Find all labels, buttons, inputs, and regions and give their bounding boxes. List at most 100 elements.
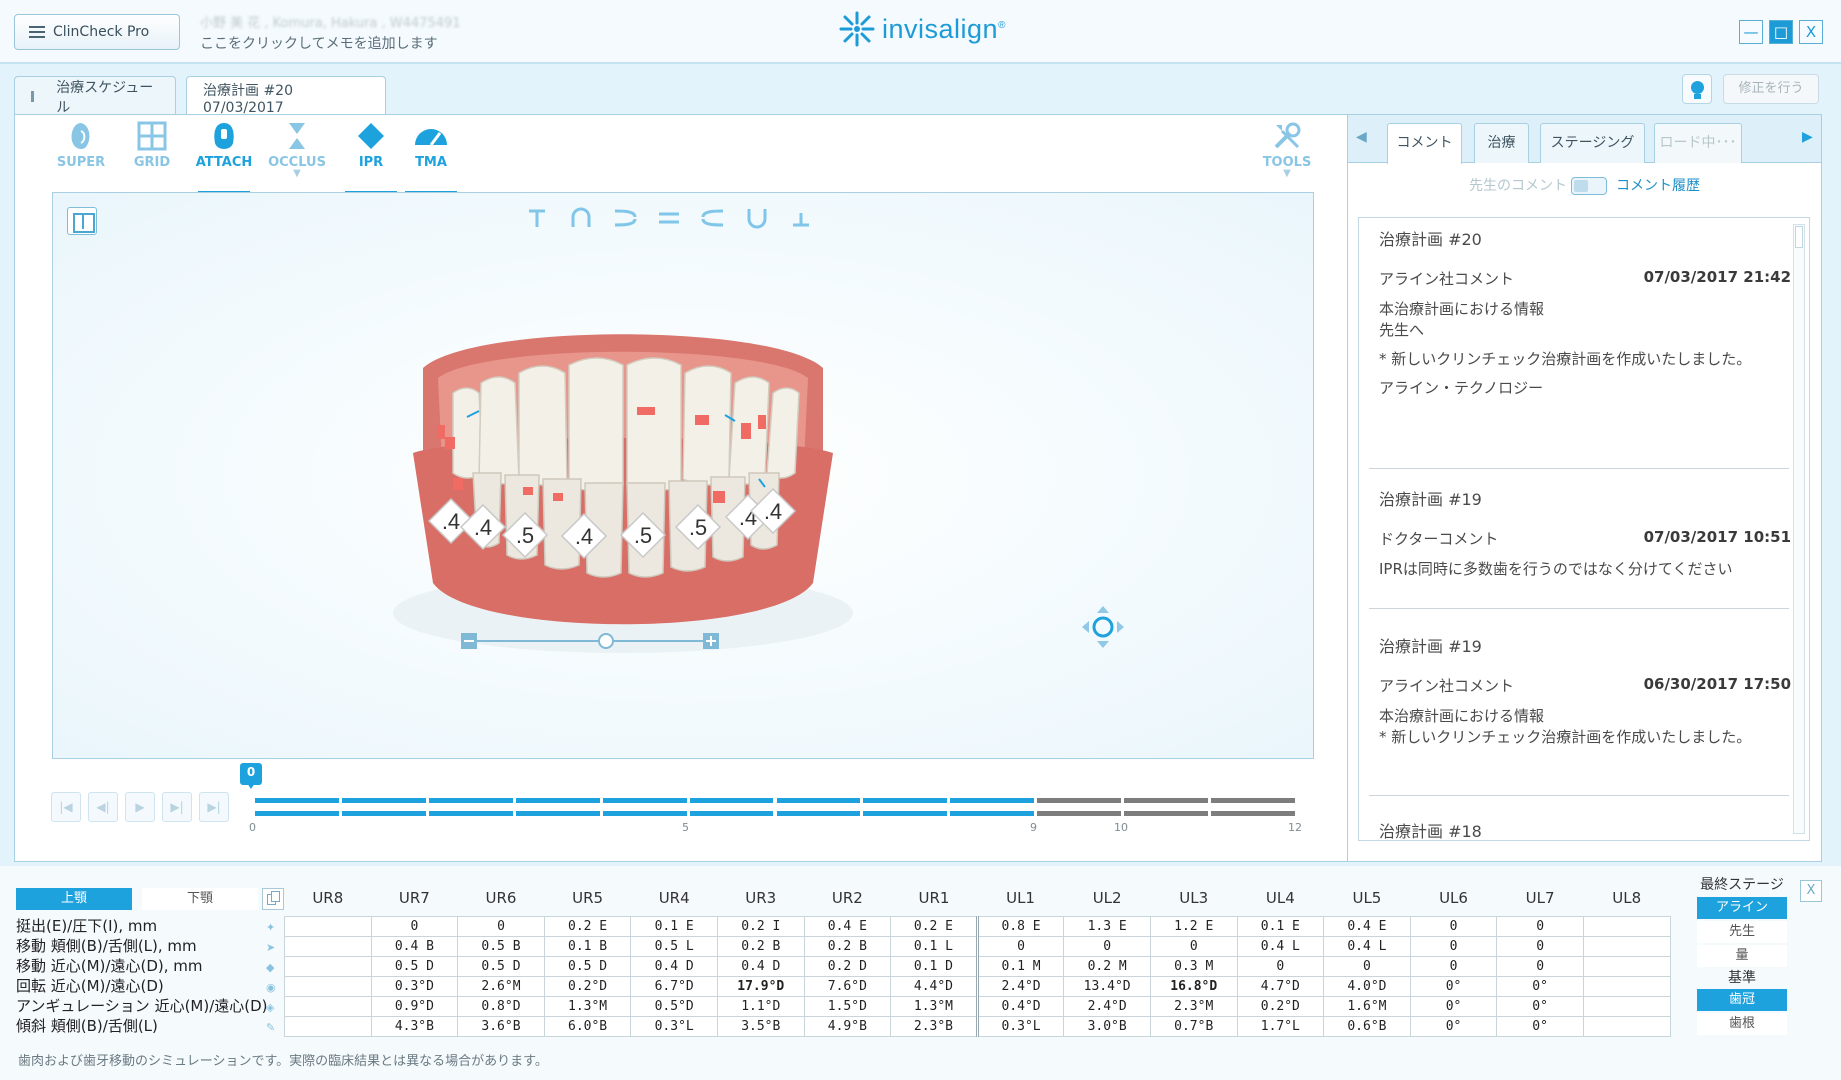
reference-crown-button[interactable]: 歯冠 <box>1697 989 1787 1011</box>
timeline-segment[interactable] <box>950 811 1035 816</box>
occlus-button[interactable]: OCCLUS ▼ <box>265 121 329 179</box>
tma-button[interactable]: TMA <box>399 121 463 195</box>
timeline-segment[interactable] <box>428 798 513 803</box>
timeline-segment[interactable] <box>341 798 426 803</box>
tooth-header-ul1[interactable]: UL1 <box>977 880 1064 916</box>
timeline-segment[interactable] <box>515 811 600 816</box>
reference-root-button[interactable]: 歯根 <box>1697 1013 1787 1035</box>
close-window-button[interactable]: X <box>1799 20 1823 44</box>
timeline-segment[interactable] <box>950 798 1035 803</box>
minimize-button[interactable]: — <box>1739 20 1763 44</box>
table-cell: 0.3°L <box>975 1015 1065 1037</box>
final-stage-amount-button[interactable]: 量 <box>1697 945 1787 967</box>
tab-scroll-right-icon[interactable]: ▶ <box>1802 129 1813 145</box>
table-cell: 1.5°D <box>803 995 892 1017</box>
ipr-value: .5 <box>516 523 534 548</box>
tab-treatment-schedule[interactable]: 治療スケジュール <box>14 76 176 116</box>
table-cell: 0° <box>1496 995 1584 1017</box>
timeline-segment[interactable] <box>776 798 861 803</box>
tab-comments[interactable]: コメント <box>1387 123 1462 164</box>
timeline-segment[interactable] <box>341 811 426 816</box>
comment-item: 治療計画 #20 アライン社コメント 07/03/2017 21:42 本治療計画… <box>1369 226 1791 469</box>
timeline-segment[interactable] <box>776 811 861 816</box>
tooth-header-ur2[interactable]: UR2 <box>804 880 891 916</box>
comment-item: 治療計画 #19 ドクターコメント 07/03/2017 10:51 IPRは同時… <box>1369 486 1791 609</box>
chevron-down-icon: ▼ <box>1283 168 1291 179</box>
timeline-segment[interactable] <box>1211 811 1295 816</box>
table-cell: 0 <box>1409 915 1498 937</box>
play-button[interactable]: ▶ <box>125 792 155 822</box>
upper-jaw-button[interactable]: 上顎 <box>16 888 132 910</box>
table-cell: 6.0°B <box>543 1015 632 1037</box>
tooth-header-ur7[interactable]: UR7 <box>371 880 458 916</box>
tips-button[interactable] <box>1682 74 1712 104</box>
tooth-header-ur4[interactable]: UR4 <box>631 880 718 916</box>
tooth-header-ul4[interactable]: UL4 <box>1237 880 1324 916</box>
table-cell: 1.1°D <box>716 995 805 1017</box>
tooth-header-ul6[interactable]: UL6 <box>1410 880 1497 916</box>
timeline-segment[interactable] <box>255 798 339 803</box>
timeline-segment[interactable] <box>602 811 687 816</box>
teeth-3d-model[interactable]: .4.4.5.4.5.5.4.4 <box>53 193 1314 759</box>
tooth-header-ur3[interactable]: UR3 <box>717 880 804 916</box>
tab-treatment[interactable]: 治療 <box>1474 123 1529 163</box>
tooth-header-ul2[interactable]: UL2 <box>1064 880 1151 916</box>
final-stage-align-button[interactable]: アライン <box>1697 897 1787 919</box>
timeline-segment[interactable] <box>1211 798 1295 803</box>
copy-icon[interactable] <box>262 888 284 910</box>
timeline-segment[interactable] <box>863 798 948 803</box>
table-cell: 4.3°B <box>370 1015 459 1037</box>
tab-staging[interactable]: ステージング <box>1540 123 1645 163</box>
timeline-segment[interactable] <box>255 811 339 816</box>
tooth-header-ur5[interactable]: UR5 <box>544 880 631 916</box>
timeline-segment[interactable] <box>1124 798 1209 803</box>
modify-button[interactable]: 修正を行う <box>1723 74 1819 104</box>
super-button[interactable]: SUPER <box>49 121 113 170</box>
attach-button[interactable]: ATTACH <box>192 121 256 195</box>
table-cell: 1.3 E <box>1063 915 1151 937</box>
comment-list[interactable]: 治療計画 #20 アライン社コメント 07/03/2017 21:42 本治療計画… <box>1358 217 1810 841</box>
tooth-header-ul3[interactable]: UL3 <box>1150 880 1237 916</box>
timeline-segment[interactable] <box>1037 811 1122 816</box>
tooth-header-ur1[interactable]: UR1 <box>891 880 978 916</box>
table-cell: 0.2 B <box>716 935 805 957</box>
final-stage-doctor-button[interactable]: 先生 <box>1697 921 1787 943</box>
maximize-button[interactable]: □ <box>1769 20 1793 44</box>
tooth-header-ur6[interactable]: UR6 <box>458 880 545 916</box>
timeline-segment[interactable] <box>689 798 774 803</box>
timeline-segment[interactable] <box>689 811 774 816</box>
next-stage-button[interactable]: ▶| <box>162 792 192 822</box>
timeline-segment[interactable] <box>1037 798 1122 803</box>
rotation-icon: ◉ <box>266 981 276 994</box>
timeline-segment[interactable] <box>602 798 687 803</box>
3d-viewport[interactable]: .4.4.5.4.5.5.4.4 <box>52 192 1314 759</box>
tab-treatment-plan[interactable]: 治療計画 #20 07/03/2017 <box>186 76 386 118</box>
previous-stage-button[interactable]: ◀| <box>88 792 118 822</box>
grid-button[interactable]: GRID <box>120 121 184 170</box>
last-stage-button[interactable]: ▶| <box>199 792 229 822</box>
comment-scrollbar[interactable] <box>1793 224 1805 834</box>
final-stage-title: 最終ステージ <box>1700 877 1784 893</box>
timeline-segment[interactable] <box>863 811 948 816</box>
lower-jaw-button[interactable]: 下顎 <box>142 888 258 910</box>
tooth-header-ul5[interactable]: UL5 <box>1324 880 1411 916</box>
table-cell: 17.9°D <box>716 975 805 997</box>
tooth-header-ul7[interactable]: UL7 <box>1497 880 1584 916</box>
tools-button[interactable]: TOOLS ▼ <box>1255 121 1319 179</box>
navigation-icon[interactable] <box>1082 606 1124 648</box>
timeline-segment[interactable] <box>1124 811 1209 816</box>
memo-field[interactable]: ここをクリックしてメモを追加します <box>200 33 438 53</box>
ipr-value: .5 <box>689 515 707 540</box>
toggle-switch[interactable] <box>1571 177 1607 195</box>
tooth-header-ur8[interactable]: UR8 <box>285 880 372 916</box>
tooth-header-ul8[interactable]: UL8 <box>1583 880 1670 916</box>
table-cell: 0° <box>1496 975 1584 997</box>
close-panel-button[interactable]: X <box>1800 880 1822 902</box>
timeline-segment[interactable] <box>428 811 513 816</box>
tab-scroll-left-icon[interactable]: ◀ <box>1356 129 1367 145</box>
current-stage-marker[interactable]: 0 <box>240 763 262 789</box>
main-menu-button[interactable]: ClinCheck Pro <box>14 14 180 50</box>
first-stage-button[interactable]: |◀ <box>51 792 81 822</box>
timeline-segment[interactable] <box>515 798 600 803</box>
ipr-button[interactable]: IPR <box>339 121 403 195</box>
